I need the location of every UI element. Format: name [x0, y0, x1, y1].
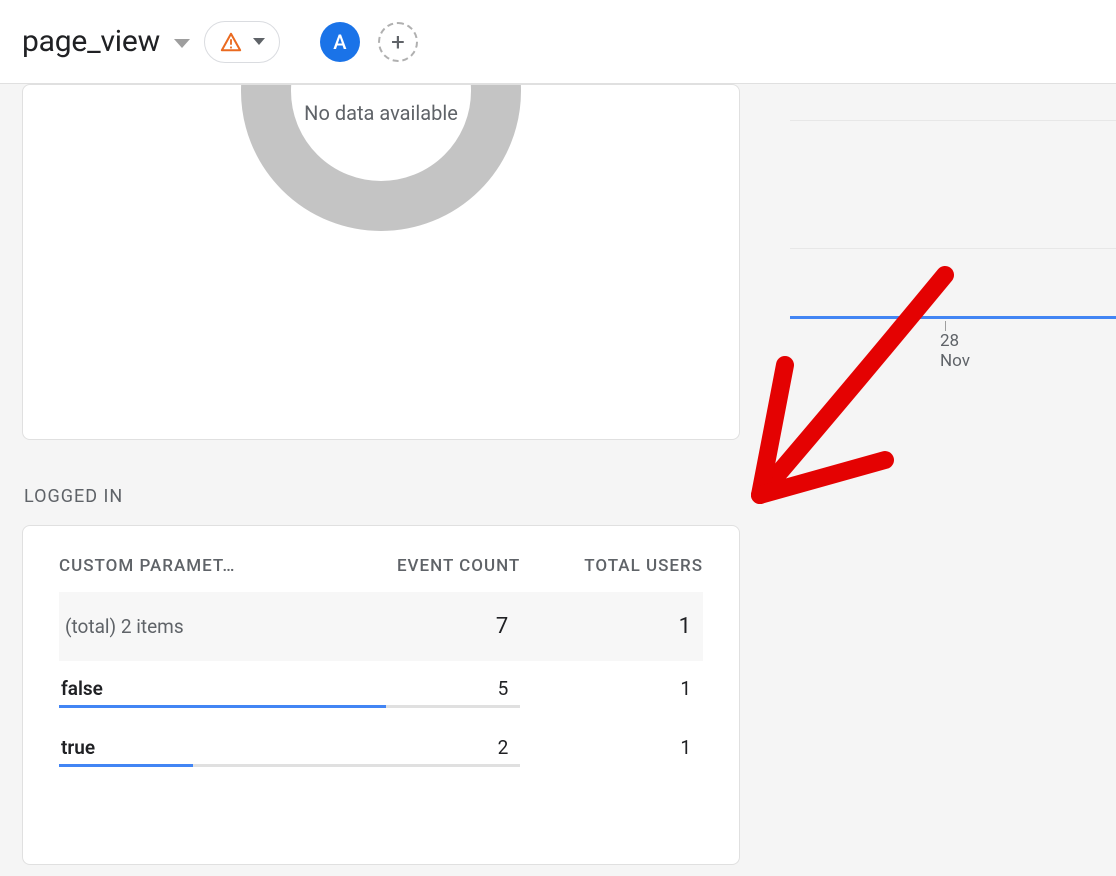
- totals-event-count: 7: [330, 592, 520, 661]
- row-event-count: 5: [330, 661, 520, 702]
- event-selector[interactable]: page_view: [22, 24, 190, 59]
- logged-in-card: CUSTOM PARAMET… EVENT COUNT TOTAL USERS …: [22, 525, 740, 865]
- grid-line: [790, 120, 1116, 121]
- col-header-custom-param[interactable]: CUSTOM PARAMET…: [59, 556, 330, 592]
- row-bar-fill: [59, 764, 193, 767]
- totals-total-users: 1: [520, 592, 703, 661]
- row-event-count: 2: [330, 720, 520, 761]
- chevron-down-icon: [174, 39, 190, 48]
- table-row[interactable]: true 2 1: [59, 720, 703, 761]
- plus-icon: +: [391, 30, 405, 54]
- table-totals-row: (total) 2 items 7 1: [59, 592, 703, 661]
- x-tick: [945, 321, 946, 331]
- trend-card: 28 Nov: [740, 84, 1116, 865]
- row-total-users: 1: [520, 720, 703, 761]
- audience-badge[interactable]: A: [320, 22, 360, 62]
- audience-badge-letter: A: [333, 30, 346, 54]
- row-label: false: [59, 661, 330, 702]
- row-bar-track: [59, 705, 520, 708]
- comparison-chip[interactable]: [204, 21, 280, 63]
- table-row[interactable]: false 5 1: [59, 661, 703, 702]
- totals-label: (total) 2 items: [59, 592, 330, 661]
- grid-line: [790, 248, 1116, 249]
- table-row-bar: [59, 702, 703, 720]
- section-title-logged-in: LOGGED IN: [24, 486, 740, 507]
- table-row-bar: [59, 761, 703, 779]
- x-tick-day: 28: [940, 331, 959, 351]
- row-bar-track: [59, 764, 520, 767]
- col-header-event-count[interactable]: EVENT COUNT: [330, 556, 520, 592]
- x-tick-label: 28 Nov: [940, 332, 970, 371]
- donut-empty-text: No data available: [304, 101, 458, 125]
- add-comparison-button[interactable]: +: [378, 22, 418, 62]
- event-name: page_view: [22, 24, 160, 59]
- col-header-total-users[interactable]: TOTAL USERS: [520, 556, 703, 592]
- warning-triangle-icon: [219, 31, 243, 53]
- trend-line: [790, 316, 1116, 319]
- row-total-users: 1: [520, 661, 703, 702]
- row-label: true: [59, 720, 330, 761]
- x-tick-month: Nov: [940, 351, 970, 371]
- row-bar-fill: [59, 705, 386, 708]
- logged-in-table: CUSTOM PARAMET… EVENT COUNT TOTAL USERS …: [59, 556, 703, 779]
- donut-card: No data available: [22, 84, 740, 440]
- page-header: page_view A +: [0, 0, 1116, 84]
- chevron-down-icon: [253, 38, 265, 45]
